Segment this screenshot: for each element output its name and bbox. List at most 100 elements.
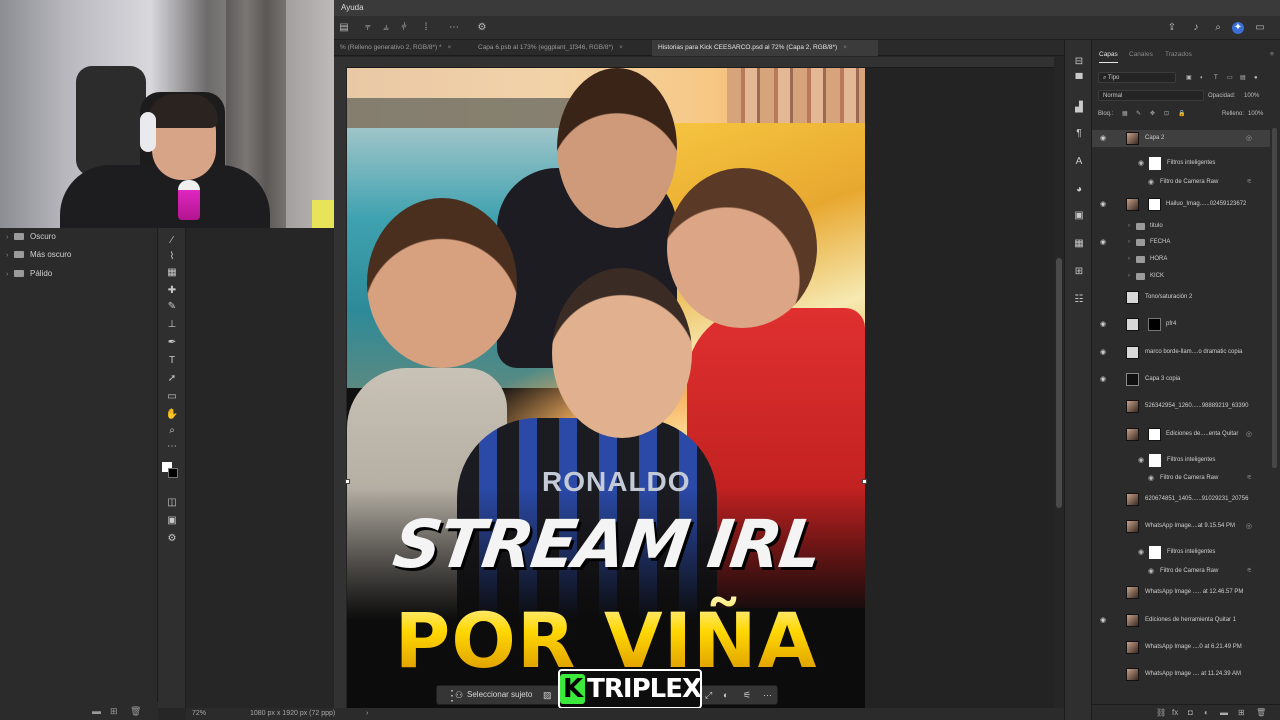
- filter-type-icon[interactable]: T: [1214, 71, 1218, 85]
- healing-brush-icon[interactable]: ✚: [165, 284, 179, 298]
- libraries-icon[interactable]: ▣: [1073, 210, 1085, 222]
- eye-icon[interactable]: ◉: [1100, 234, 1106, 251]
- chevron-right-icon[interactable]: ›: [1128, 268, 1130, 285]
- more-icon[interactable]: ⋯: [763, 690, 772, 701]
- path-selection-icon[interactable]: ➚: [165, 372, 179, 386]
- pen-icon[interactable]: ✒: [165, 336, 179, 350]
- eye-icon[interactable]: ◉: [1100, 196, 1106, 213]
- screen-mode-icon[interactable]: ▣: [165, 514, 179, 528]
- chevron-right-icon[interactable]: ›: [1128, 234, 1130, 251]
- character-icon[interactable]: A: [1073, 156, 1085, 168]
- lock-position-icon[interactable]: ✥: [1150, 107, 1155, 121]
- transform-handle[interactable]: [862, 479, 867, 484]
- transform-handle[interactable]: [345, 479, 350, 484]
- preset-folder[interactable]: › Pálido: [6, 265, 146, 283]
- background-color[interactable]: [168, 468, 178, 478]
- layer-group[interactable]: › titulo: [1092, 218, 1270, 235]
- layer-row[interactable]: ◉ marco borde-llam....o dramatic copia: [1092, 344, 1270, 361]
- smart-filters-row[interactable]: ◉ Filtros inteligentes: [1092, 155, 1270, 172]
- layer-row[interactable]: 526342954_1260......98889219_63390: [1092, 398, 1270, 415]
- swatches-icon[interactable]: ▦: [1073, 238, 1085, 250]
- eye-icon[interactable]: ◉: [1148, 470, 1154, 487]
- new-group-icon[interactable]: ▬: [1220, 708, 1228, 717]
- eye-icon[interactable]: ◉: [1138, 452, 1144, 469]
- align-vcenter-icon[interactable]: ⫨: [380, 22, 392, 34]
- canvas-artwork[interactable]: RONALDO STREAM IRL POR VIÑA: [347, 68, 865, 708]
- frame-icon[interactable]: ▦: [165, 266, 179, 280]
- close-icon[interactable]: ×: [448, 44, 452, 51]
- layer-row[interactable]: ◉ Capa 3 copia: [1092, 371, 1270, 388]
- add-mask-icon[interactable]: ◘: [1188, 708, 1193, 717]
- zoom-icon[interactable]: ⌕: [165, 424, 179, 438]
- lock-artboard-icon[interactable]: ⊡: [1164, 107, 1169, 121]
- filter-row[interactable]: ◉ Filtro de Camera Raw ⚟: [1092, 174, 1270, 191]
- eye-icon[interactable]: ◉: [1100, 612, 1106, 629]
- close-icon[interactable]: ×: [843, 44, 847, 51]
- properties-icon[interactable]: ⊟: [1073, 56, 1085, 68]
- trash-icon[interactable]: 🗑: [130, 706, 141, 717]
- layer-row[interactable]: ◉ Capa 2 ◎: [1092, 130, 1270, 147]
- distribute-icon[interactable]: ⁞: [420, 22, 432, 34]
- layer-group[interactable]: ◉ › FECHA: [1092, 234, 1270, 251]
- layer-row[interactable]: ◉ Hailuo_Imag......02459123672: [1092, 196, 1270, 213]
- tab-relleno-generativo[interactable]: % (Relleno generativo 2, RGB/8*) * ×: [334, 40, 470, 56]
- patterns-icon[interactable]: ⊞: [1073, 266, 1085, 278]
- layers-scrollbar[interactable]: [1272, 128, 1277, 698]
- filter-kind-select[interactable]: ⌕ Tipo: [1098, 72, 1176, 83]
- layer-row[interactable]: 620674851_1405......91029231_20756: [1092, 491, 1270, 508]
- canvas-scrollbar[interactable]: [1054, 68, 1064, 708]
- new-preset-icon[interactable]: ⊞: [110, 706, 118, 717]
- preset-folder[interactable]: › Oscuro: [6, 228, 146, 246]
- bell-icon[interactable]: ♪: [1190, 22, 1202, 34]
- comments-icon[interactable]: ▀: [1073, 74, 1085, 86]
- tab-historias-kick[interactable]: Historias para Kick CEESARCO.psd al 72% …: [652, 40, 878, 56]
- quick-mask-icon[interactable]: ◫: [165, 496, 179, 510]
- link-layers-icon[interactable]: ⛓: [1156, 708, 1166, 717]
- edit-toolbar-icon[interactable]: ⚙: [165, 532, 179, 546]
- layer-row[interactable]: ◉ pfr4: [1092, 316, 1270, 333]
- lock-image-icon[interactable]: ✎: [1136, 107, 1141, 121]
- layer-row[interactable]: Ediciones de.....enta Quitar ◎: [1092, 426, 1270, 443]
- filter-options-icon[interactable]: ⚟: [1247, 174, 1252, 191]
- lock-all-icon[interactable]: 🔒: [1178, 107, 1185, 121]
- eye-icon[interactable]: ◉: [1100, 371, 1106, 388]
- close-icon[interactable]: ×: [619, 44, 623, 51]
- filter-toggle-icon[interactable]: ●: [1254, 71, 1258, 85]
- adjustment-layer-icon[interactable]: ◐: [1204, 708, 1209, 717]
- lock-transparent-icon[interactable]: ▦: [1122, 107, 1128, 121]
- paragraph-icon[interactable]: ¶: [1073, 128, 1085, 140]
- new-folder-icon[interactable]: ▬: [92, 706, 101, 716]
- eyedropper-icon[interactable]: ⌇: [165, 250, 179, 264]
- magic-wand-icon[interactable]: ⁄: [165, 234, 179, 248]
- fx-icon[interactable]: fx: [1172, 708, 1178, 717]
- gear-icon[interactable]: ⚙: [476, 22, 488, 34]
- align-top-icon[interactable]: ⫧: [362, 22, 374, 34]
- scrollbar-thumb[interactable]: [1272, 128, 1277, 468]
- chevron-right-icon[interactable]: ›: [366, 708, 368, 720]
- menu-help[interactable]: Ayuda: [341, 3, 364, 12]
- adjustments-icon[interactable]: ☷: [1073, 294, 1085, 306]
- trash-icon[interactable]: 🗑: [1256, 708, 1266, 717]
- layer-row[interactable]: Tono/saturación 2: [1092, 289, 1270, 306]
- panel-menu-icon[interactable]: ≡: [1270, 48, 1274, 62]
- ai-assistant-icon[interactable]: ✦: [1232, 22, 1244, 34]
- smart-filters-row[interactable]: ◉ Filtros inteligentes: [1092, 544, 1270, 561]
- smart-filters-row[interactable]: ◉ Filtros inteligentes: [1092, 452, 1270, 469]
- chevron-right-icon[interactable]: ›: [1128, 218, 1130, 235]
- select-subject-button[interactable]: Seleccionar sujeto: [467, 690, 532, 699]
- settings-sliders-icon[interactable]: ⚟: [743, 690, 751, 701]
- layer-row[interactable]: WhatsApp Image....at 9.15.54 PM ◎: [1092, 518, 1270, 535]
- eye-icon[interactable]: ◉: [1148, 563, 1154, 580]
- filter-row[interactable]: ◉ Filtro de Camera Raw ⚟: [1092, 563, 1270, 580]
- filter-options-icon[interactable]: ⚟: [1247, 563, 1252, 580]
- share-icon[interactable]: ⇪: [1166, 22, 1178, 34]
- preset-folder[interactable]: › Más oscuro: [6, 246, 146, 264]
- hand-icon[interactable]: ✋: [165, 408, 179, 422]
- filter-pixel-icon[interactable]: ▣: [1186, 71, 1192, 85]
- tab-channels[interactable]: Canales: [1129, 48, 1153, 62]
- clone-stamp-icon[interactable]: ⊥: [165, 318, 179, 332]
- filter-shape-icon[interactable]: ▭: [1227, 71, 1233, 85]
- layer-group[interactable]: › KICK: [1092, 268, 1270, 285]
- tab-layers[interactable]: Capas: [1099, 48, 1118, 63]
- eye-icon[interactable]: ◉: [1100, 316, 1106, 333]
